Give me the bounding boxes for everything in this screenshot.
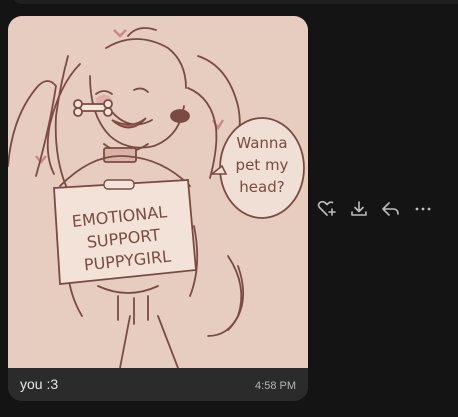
heart-doodles	[35, 29, 225, 164]
reply-icon	[382, 202, 399, 216]
reply-button[interactable]	[380, 198, 402, 220]
more-horizontal-icon	[415, 207, 431, 211]
message-actions	[316, 198, 434, 220]
message-caption: you :3	[20, 376, 59, 392]
top-panel-edge	[12, 0, 458, 4]
sign-board: EMOTIONAL SUPPORT PUPPYGIRL	[53, 179, 197, 285]
download-button[interactable]	[348, 198, 370, 220]
message-image[interactable]: EMOTIONAL SUPPORT PUPPYGIRL Wanna pet my…	[8, 16, 308, 368]
bubble-line-3: head?	[239, 178, 284, 196]
bubble-line-1: Wanna	[236, 134, 287, 152]
caption-bar: you :3 4:58 PM	[8, 368, 308, 401]
puppygirl-illustration: EMOTIONAL SUPPORT PUPPYGIRL Wanna pet my…	[8, 27, 305, 368]
image-message[interactable]: EMOTIONAL SUPPORT PUPPYGIRL Wanna pet my…	[8, 16, 308, 401]
download-icon	[351, 201, 367, 216]
more-button[interactable]	[412, 198, 434, 220]
message-timestamp: 4:58 PM	[255, 380, 296, 392]
heart-plus-icon	[317, 200, 336, 216]
react-button[interactable]	[316, 198, 338, 220]
bubble-line-2: pet my	[236, 156, 289, 174]
speech-bubble: Wanna pet my head?	[209, 117, 305, 219]
